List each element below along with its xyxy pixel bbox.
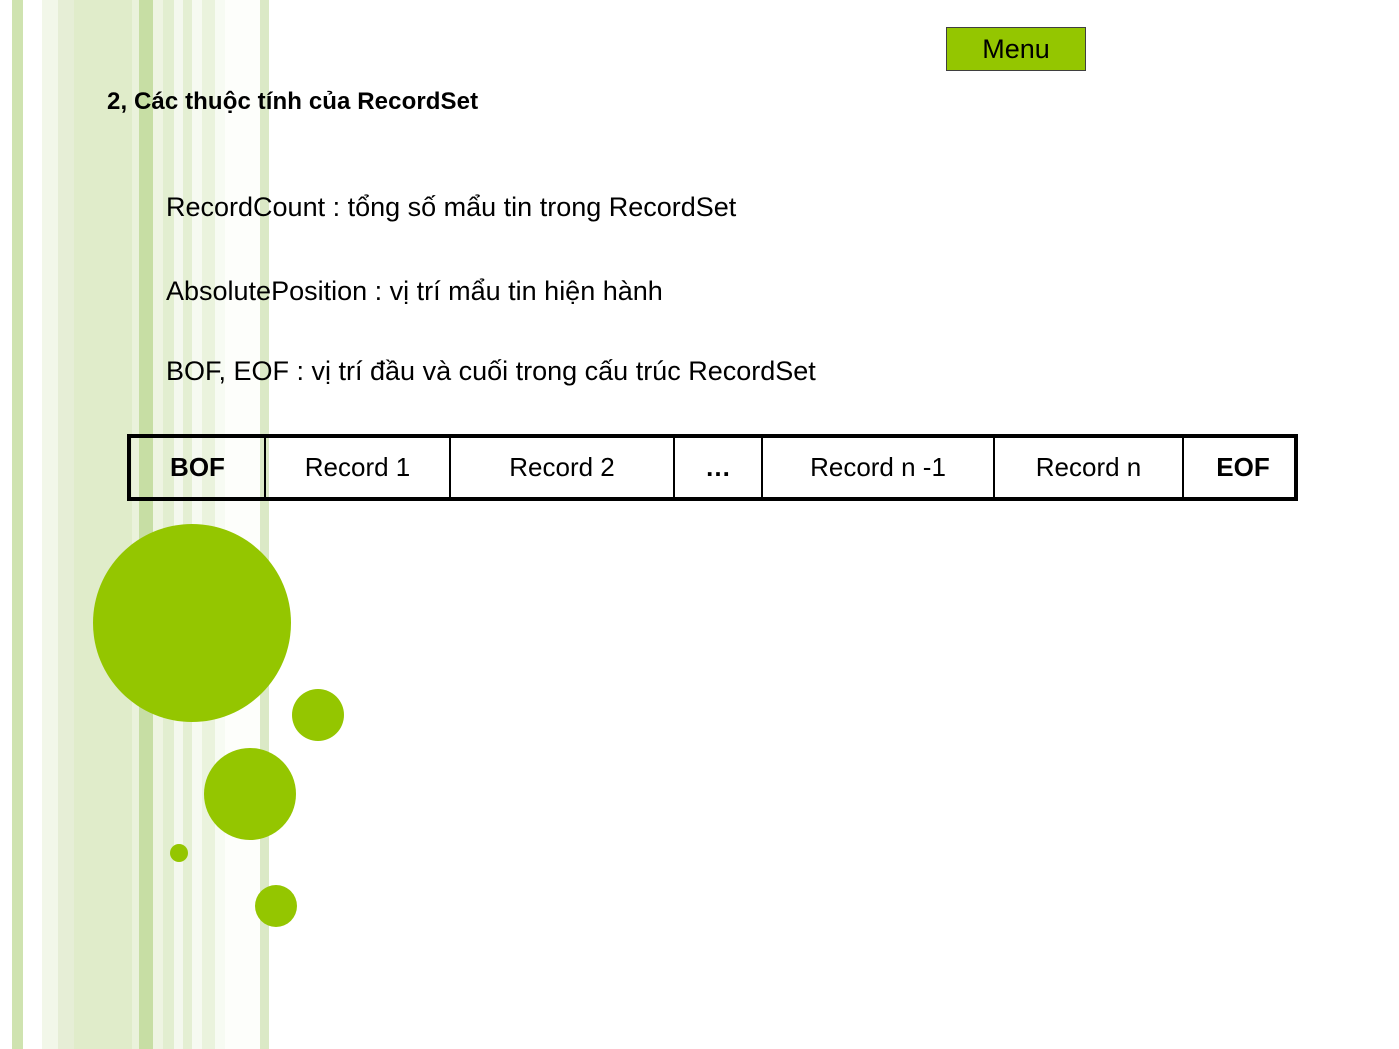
body-line-bof-eof: BOF, EOF : vị trí đầu và cuối trong cấu … xyxy=(166,356,816,386)
slide-canvas: Menu 2, Các thuộc tính của RecordSet Rec… xyxy=(0,0,1399,1049)
record-cell-0: BOF xyxy=(131,438,266,497)
record-set-diagram: BOF Record 1 Record 2… Record n -1 Record n E… xyxy=(127,434,1298,501)
menu-button[interactable]: Menu xyxy=(946,27,1086,71)
record-cell-5: Record n xyxy=(995,438,1184,497)
body-line-recordcount: RecordCount : tổng số mẩu tin trong Reco… xyxy=(166,192,737,222)
slide-content: Menu 2, Các thuộc tính của RecordSet Rec… xyxy=(0,0,1399,1049)
record-cell-2: Record 2 xyxy=(451,438,675,497)
record-cell-4: Record n -1 xyxy=(763,438,995,497)
record-cell-1: Record 1 xyxy=(266,438,451,497)
body-line-absoluteposition: AbsolutePosition : vị trí mẩu tin hiện h… xyxy=(166,276,663,306)
page-title: 2, Các thuộc tính của RecordSet xyxy=(107,88,479,115)
record-cell-3: … xyxy=(675,438,763,497)
record-cell-6: EOF xyxy=(1216,452,1270,482)
